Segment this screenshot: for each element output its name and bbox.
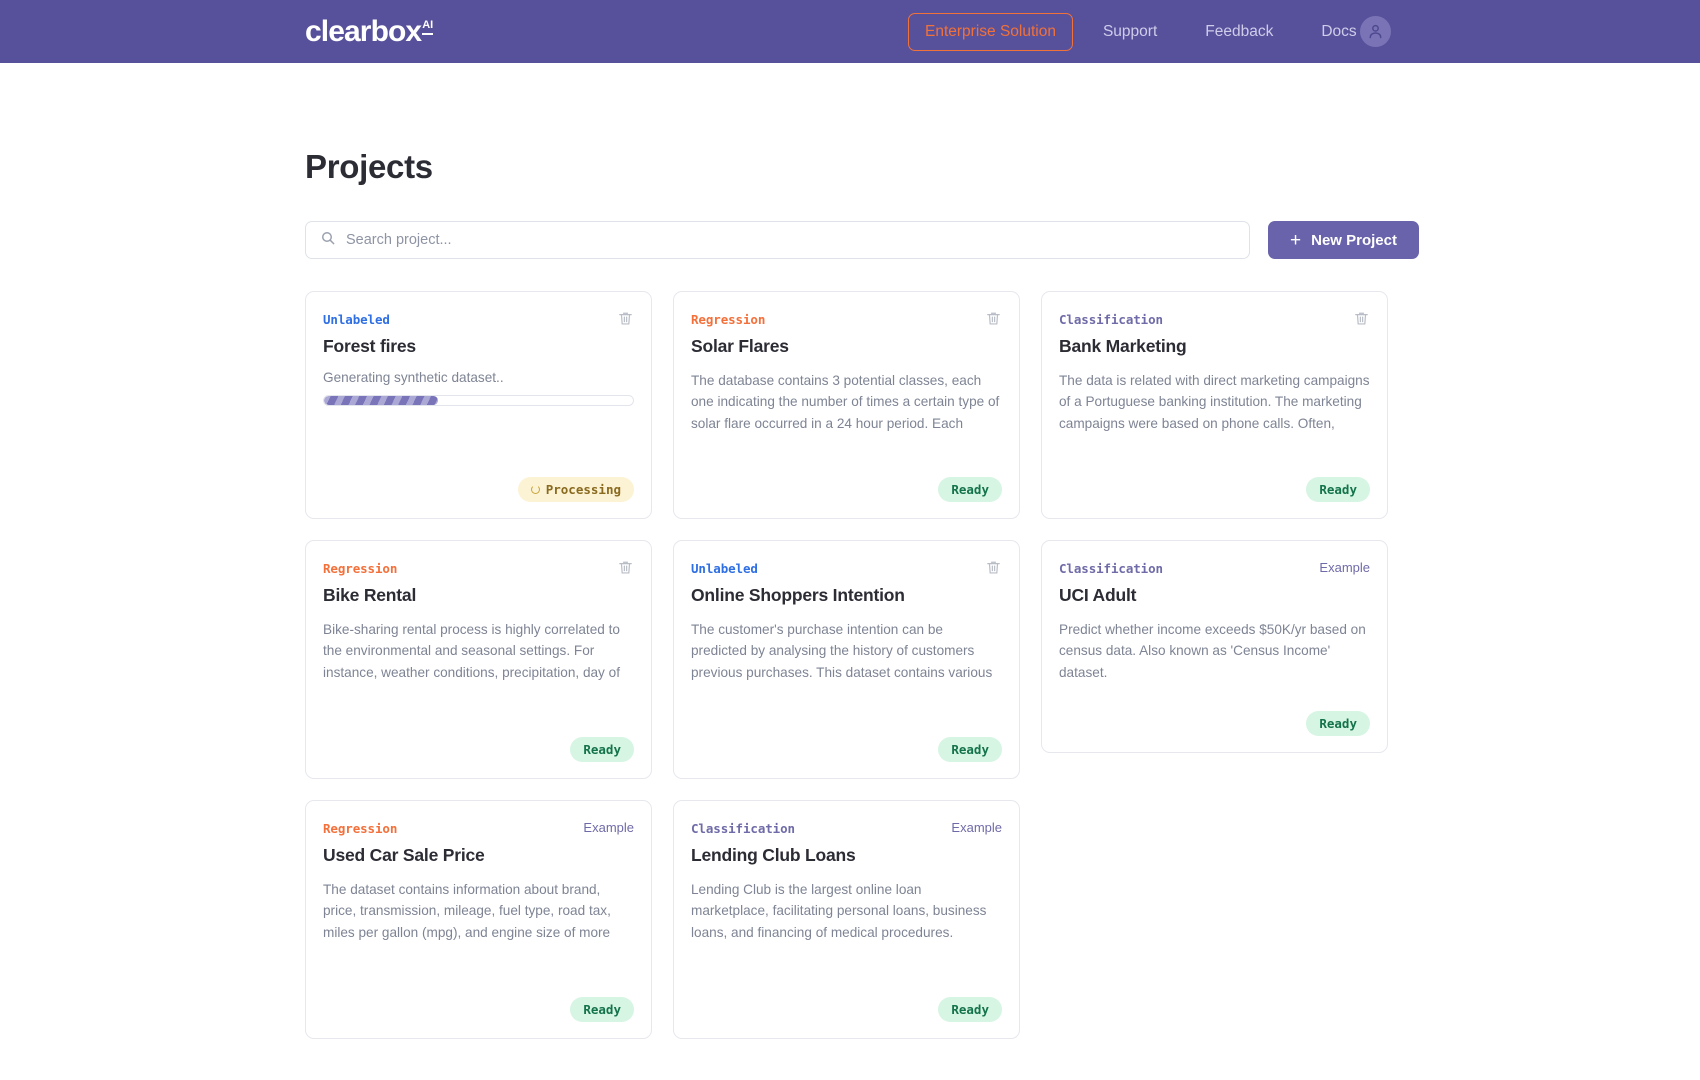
project-description: The dataset contains information about b… xyxy=(323,882,611,940)
project-description: Bike-sharing rental process is highly co… xyxy=(323,622,620,680)
status-badge: Ready xyxy=(570,737,634,762)
search-box[interactable] xyxy=(305,221,1250,259)
search-input[interactable] xyxy=(346,232,1235,248)
project-card[interactable]: Classification Example Lending Club Loan… xyxy=(673,800,1020,1039)
plus-icon: + xyxy=(1290,229,1302,251)
status-badge: Processing xyxy=(517,477,634,502)
project-description: The data is related with direct marketin… xyxy=(1059,373,1370,431)
project-description: Predict whether income exceeds $50K/yr b… xyxy=(1059,622,1366,680)
project-tag: Classification xyxy=(1059,312,1163,327)
new-project-button[interactable]: + New Project xyxy=(1268,221,1419,259)
page-content: Projects + New Project Unlabeled xyxy=(0,63,1700,1039)
brand-logo[interactable]: clearbox AI xyxy=(305,14,434,48)
example-label: Example xyxy=(583,820,634,835)
status-badge: Ready xyxy=(1306,477,1370,502)
progress-bar-fill xyxy=(324,396,439,405)
project-title: Solar Flares xyxy=(691,336,789,356)
nav-feedback[interactable]: Feedback xyxy=(1187,14,1291,50)
project-tag: Regression xyxy=(691,312,766,327)
status-badge: Ready xyxy=(938,477,1002,502)
project-title: Lending Club Loans xyxy=(691,845,856,865)
status-badge: Ready xyxy=(938,737,1002,762)
nav-links: Enterprise Solution Support Feedback Doc… xyxy=(908,12,1375,51)
status-badge: Ready xyxy=(570,997,634,1022)
example-label: Example xyxy=(951,820,1002,835)
nav-enterprise-solution[interactable]: Enterprise Solution xyxy=(908,12,1073,51)
project-card[interactable]: Classification Bank Marketing The data i… xyxy=(1041,291,1388,519)
card-footer: Ready xyxy=(691,737,1002,762)
project-title: Bank Marketing xyxy=(1059,336,1187,356)
card-header: Regression xyxy=(323,561,634,579)
card-header: Regression xyxy=(691,312,1002,330)
trash-icon[interactable] xyxy=(1353,310,1370,327)
card-header: Classification xyxy=(1059,312,1370,330)
project-tag: Unlabeled xyxy=(691,561,758,576)
project-tag: Classification xyxy=(691,821,795,836)
project-title: UCI Adult xyxy=(1059,585,1137,605)
project-tag: Classification xyxy=(1059,561,1163,576)
card-footer: Ready xyxy=(691,997,1002,1022)
project-title: Used Car Sale Price xyxy=(323,845,485,865)
card-footer: Ready xyxy=(1059,477,1370,502)
card-header: Classification Example xyxy=(1059,560,1370,579)
card-header: Unlabeled xyxy=(691,561,1002,579)
project-description: The customer's purchase intention can be… xyxy=(691,622,993,680)
project-card[interactable]: Unlabeled Forest fires Generating synthe… xyxy=(305,291,652,519)
top-navigation-bar: clearbox AI Enterprise Solution Support … xyxy=(0,0,1700,63)
page-title: Projects xyxy=(305,148,433,185)
trash-icon[interactable] xyxy=(985,310,1002,327)
brand-superscript: AI xyxy=(422,19,434,35)
card-footer: Processing xyxy=(323,477,634,502)
card-header: Regression Example xyxy=(323,820,634,839)
new-project-label: New Project xyxy=(1311,231,1397,249)
spinner-icon xyxy=(530,485,540,494)
example-label: Example xyxy=(1319,560,1370,575)
trash-icon[interactable] xyxy=(617,310,634,327)
project-card[interactable]: Regression Bike Rental Bike-sharing rent… xyxy=(305,540,652,779)
card-footer: Ready xyxy=(691,477,1002,502)
project-card[interactable]: Unlabeled Online Shoppers Intention The … xyxy=(673,540,1020,779)
project-description: The database contains 3 potential classe… xyxy=(691,373,1000,431)
progress-bar xyxy=(323,395,634,406)
projects-grid: Unlabeled Forest fires Generating synthe… xyxy=(305,291,1395,1039)
card-header: Classification Example xyxy=(691,820,1002,839)
brand-name: clearbox xyxy=(305,14,422,48)
project-card[interactable]: Regression Example Used Car Sale Price T… xyxy=(305,800,652,1039)
card-footer: Ready xyxy=(323,737,634,762)
project-title: Bike Rental xyxy=(323,585,417,605)
trash-icon[interactable] xyxy=(617,559,634,576)
user-circle-icon[interactable] xyxy=(1360,16,1391,47)
trash-icon[interactable] xyxy=(985,559,1002,576)
status-badge: Ready xyxy=(1306,711,1370,736)
status-badge-label: Processing xyxy=(545,482,621,497)
project-tag: Regression xyxy=(323,821,398,836)
project-card[interactable]: Classification Example UCI Adult Predict… xyxy=(1041,540,1388,753)
progress-label: Generating synthetic dataset.. xyxy=(323,370,504,385)
card-footer: Ready xyxy=(323,997,634,1022)
nav-support[interactable]: Support xyxy=(1085,14,1175,50)
projects-toolbar: + New Project xyxy=(305,221,1700,259)
project-tag: Regression xyxy=(323,561,398,576)
project-tag: Unlabeled xyxy=(323,312,390,327)
search-icon xyxy=(320,230,336,251)
project-title: Forest fires xyxy=(323,336,416,356)
card-footer: Ready xyxy=(1059,711,1370,736)
project-card[interactable]: Regression Solar Flares The database con… xyxy=(673,291,1020,519)
project-description: Lending Club is the largest online loan … xyxy=(691,882,987,940)
project-title: Online Shoppers Intention xyxy=(691,585,905,605)
card-header: Unlabeled xyxy=(323,312,634,330)
status-badge: Ready xyxy=(938,997,1002,1022)
